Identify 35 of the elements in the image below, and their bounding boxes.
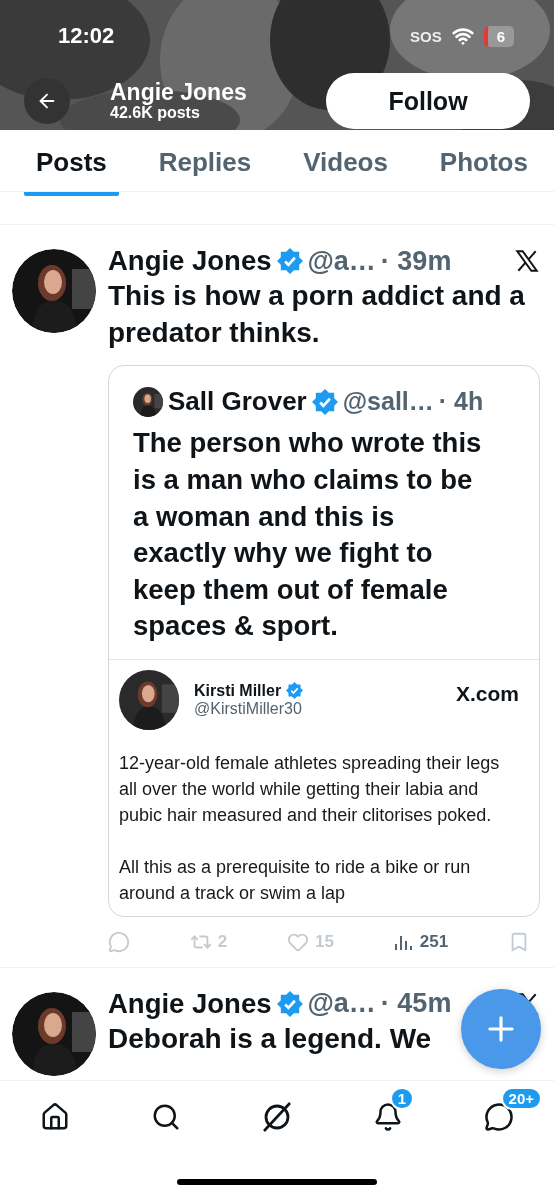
follow-button[interactable]: Follow xyxy=(326,73,530,129)
quoted-post-text: The person who wrote this is a man who claims to be a woman and this is exactly why we fight to keep them out of female spaces & sport. xyxy=(133,426,483,644)
embed-text: 12-year-old female athletes spreading their legs all over the world while getting their labia and pubic hair measured and their clitorises poked. xyxy=(119,751,501,827)
compose-button[interactable] xyxy=(461,989,541,1069)
embed-text: All this as a prerequisite to ride a bike or run around a track or swim a lap xyxy=(119,855,472,905)
wifi-icon xyxy=(451,25,474,47)
profile-tab[interactable]: Posts xyxy=(24,135,119,196)
post-time: · 45m xyxy=(380,988,452,1020)
notification-badge: 1 xyxy=(389,1087,415,1110)
quoted-author-name: Sall Grover xyxy=(168,386,307,418)
status-time: 12:02 xyxy=(58,23,116,49)
sos-indicator: SOS xyxy=(409,27,442,45)
post-time: · 39m xyxy=(380,245,452,277)
home-icon xyxy=(40,1102,71,1132)
quoted-post[interactable] xyxy=(108,365,540,917)
chat-bubble-icon xyxy=(483,1102,514,1132)
site-label: X.com xyxy=(455,681,519,706)
author-name: Angie Jones xyxy=(108,987,272,1020)
post-text: Deborah is a legend. We xyxy=(108,1021,432,1056)
author-name: Angie Jones xyxy=(108,245,272,277)
author-handle: @a… xyxy=(307,245,376,277)
notification-badge: 20+ xyxy=(500,1087,543,1110)
slashed-circle-icon xyxy=(260,1100,294,1134)
profile-tab[interactable]: Replies xyxy=(146,135,264,196)
x-logo-icon xyxy=(514,248,540,274)
embed-author-handle: @KirstiMiller30 xyxy=(194,699,303,718)
embed-author-name: Kirsti Miller xyxy=(194,681,282,700)
author-handle: @a… xyxy=(307,988,376,1020)
quoted-post-time: · 4h xyxy=(438,387,484,417)
view-count[interactable]: 251 xyxy=(393,931,449,952)
profile-tab[interactable]: Photos xyxy=(427,135,540,196)
post-text: This is how a porn addict and a predator thinks. xyxy=(108,279,526,351)
profile-tab[interactable]: Videos xyxy=(291,135,400,196)
quoted-author-handle: @sall… xyxy=(342,387,434,417)
posts-count: 42.6K posts xyxy=(110,104,201,122)
